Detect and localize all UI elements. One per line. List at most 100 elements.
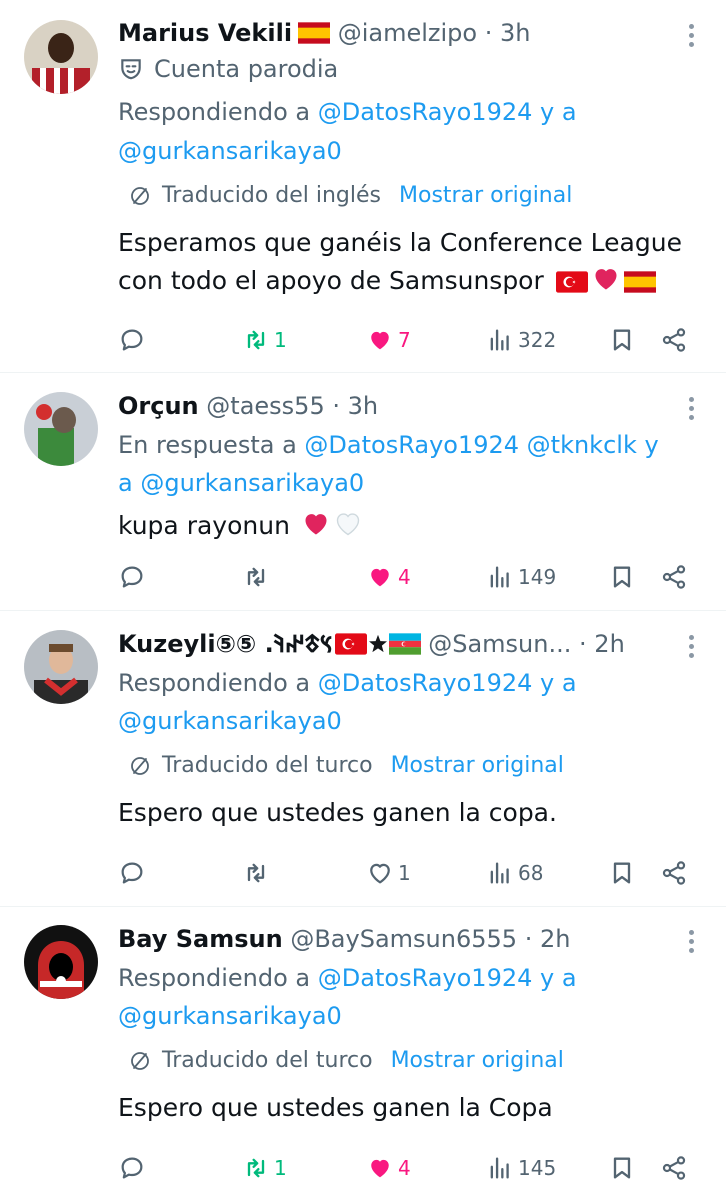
tweet[interactable]: Bay Samsun @BaySamsun6555 · 2h Respondie… — [0, 907, 726, 1200]
mention-link[interactable]: @gurkansarikaya0 — [118, 137, 342, 165]
share-button[interactable] — [660, 559, 688, 595]
mention-link[interactable]: @DatosRayo1924 — [318, 669, 533, 697]
avatar[interactable] — [24, 630, 98, 704]
reply-context-line2: @gurkansarikaya0 — [118, 1001, 342, 1031]
avatar[interactable] — [24, 925, 98, 999]
bookmark-button[interactable] — [608, 322, 636, 358]
azerbaijan-flag-icon — [389, 633, 421, 655]
turkey-flag-icon — [335, 633, 367, 655]
translated-label: Traducido del turco — [162, 753, 373, 778]
avatar[interactable] — [24, 20, 98, 94]
avatar[interactable] — [24, 392, 98, 466]
view-count: 68 — [518, 861, 544, 885]
timestamp[interactable]: 3h — [500, 19, 530, 47]
retweet-icon — [242, 859, 270, 887]
share-icon — [660, 563, 688, 591]
more-options-icon[interactable] — [688, 930, 694, 954]
retweet-button[interactable]: 1 — [242, 1150, 287, 1186]
bookmark-icon — [608, 1154, 636, 1182]
like-button[interactable]: 7 — [366, 322, 411, 358]
tweet[interactable]: Kuzeyli⑤⑤ .𐰽𐱃𐰤𐰚 @Samsun... · 2h Respondi… — [0, 611, 726, 907]
mention-link[interactable]: @gurkansarikaya0 — [118, 707, 342, 735]
retweet-button[interactable]: 1 — [242, 322, 287, 358]
show-original-link[interactable]: Mostrar original — [391, 751, 564, 781]
share-button[interactable] — [660, 855, 688, 891]
views-button[interactable]: 145 — [486, 1150, 556, 1186]
show-original-link[interactable]: Mostrar original — [391, 1046, 564, 1076]
white-heart-icon — [334, 510, 362, 538]
tweet[interactable]: Orçun @taess55 · 3h En respuesta a @Dato… — [0, 373, 726, 611]
retweet-icon — [242, 563, 270, 591]
bookmark-button[interactable] — [608, 1150, 636, 1186]
more-options-icon[interactable] — [688, 635, 694, 659]
views-button[interactable]: 322 — [486, 322, 556, 358]
tweet[interactable]: Marius Vekili @iamelzipo · 3h Cuenta par… — [0, 0, 726, 373]
retweet-button[interactable] — [242, 855, 274, 891]
bookmark-icon — [608, 859, 636, 887]
like-count: 4 — [398, 565, 411, 589]
reply-prefix: Respondiendo a — [118, 964, 311, 992]
reply-suffix[interactable]: y a — [540, 964, 577, 992]
mask-icon — [118, 56, 144, 82]
separator: · — [579, 630, 587, 658]
display-name[interactable]: Marius Vekili — [118, 19, 292, 47]
reply-button[interactable] — [118, 1150, 150, 1186]
more-options-icon[interactable] — [688, 397, 694, 421]
show-original-link[interactable]: Mostrar original — [399, 181, 572, 211]
action-bar: 1 4 145 — [118, 1150, 702, 1186]
mention-link[interactable]: @DatosRayo1924 — [318, 964, 533, 992]
tweet-text-line2-row: con todo el apoyo de Samsunspor — [118, 262, 656, 300]
translated-label: Traducido del turco — [162, 1048, 373, 1073]
mention-link[interactable]: @DatosRayo1924 — [318, 98, 533, 126]
bookmark-button[interactable] — [608, 559, 636, 595]
reply-context: Respondiendo a @DatosRayo1924 y a — [118, 97, 577, 127]
spain-flag-icon — [298, 22, 330, 44]
share-button[interactable] — [660, 1150, 688, 1186]
tweet-text-line: Espero que ustedes ganen la copa. — [118, 798, 557, 827]
display-name[interactable]: Orçun — [118, 392, 199, 420]
heart-filled-icon — [366, 563, 394, 591]
reply-suffix[interactable]: y — [644, 431, 658, 459]
views-button[interactable]: 68 — [486, 855, 543, 891]
reply-button[interactable] — [118, 855, 150, 891]
retweet-icon — [242, 326, 270, 354]
reply-prefix-a[interactable]: a — [118, 469, 133, 497]
retweet-count: 1 — [274, 328, 287, 352]
handle[interactable]: @taess55 — [206, 392, 324, 420]
heart-filled-icon — [366, 326, 394, 354]
like-button[interactable]: 1 — [366, 855, 411, 891]
timestamp[interactable]: 3h — [348, 392, 378, 420]
tweet-header: Kuzeyli⑤⑤ .𐰽𐱃𐰤𐰚 @Samsun... · 2h — [118, 629, 625, 659]
star-icon — [367, 633, 389, 655]
mention-link[interactable]: @gurkansarikaya0 — [118, 1002, 342, 1030]
reply-suffix[interactable]: y a — [540, 669, 577, 697]
timestamp[interactable]: 2h — [594, 630, 624, 658]
translate-icon — [128, 184, 152, 208]
like-button[interactable]: 4 — [366, 559, 411, 595]
display-name[interactable]: Bay Samsun — [118, 925, 283, 953]
reply-suffix[interactable]: y a — [540, 98, 577, 126]
share-button[interactable] — [660, 322, 688, 358]
tweet-text-line: con todo el apoyo de Samsunspor — [118, 266, 544, 295]
views-button[interactable]: 149 — [486, 559, 556, 595]
like-count: 1 — [398, 861, 411, 885]
display-name[interactable]: Kuzeyli⑤⑤ .𐰽𐱃𐰤𐰚 — [118, 630, 333, 658]
mention-link[interactable]: @gurkansarikaya0 — [140, 469, 364, 497]
more-options-icon[interactable] — [688, 24, 694, 48]
retweet-count: 1 — [274, 1156, 287, 1180]
handle[interactable]: @BaySamsun6555 — [290, 925, 517, 953]
view-count: 145 — [518, 1156, 557, 1180]
reply-button[interactable] — [118, 322, 150, 358]
retweet-button[interactable] — [242, 559, 274, 595]
reply-context-line2: a @gurkansarikaya0 — [118, 468, 364, 498]
like-button[interactable]: 4 — [366, 1150, 411, 1186]
reply-prefix: Respondiendo a — [118, 669, 311, 697]
handle[interactable]: @Samsun... — [428, 630, 571, 658]
tweet-text: Esperamos que ganéis la Conference Leagu… — [118, 224, 682, 262]
mention-link[interactable]: @DatosRayo1924 @tknkclk — [304, 431, 636, 459]
reply-prefix: En respuesta a — [118, 431, 297, 459]
timestamp[interactable]: 2h — [540, 925, 570, 953]
reply-button[interactable] — [118, 559, 150, 595]
handle[interactable]: @iamelzipo — [338, 19, 477, 47]
bookmark-button[interactable] — [608, 855, 636, 891]
